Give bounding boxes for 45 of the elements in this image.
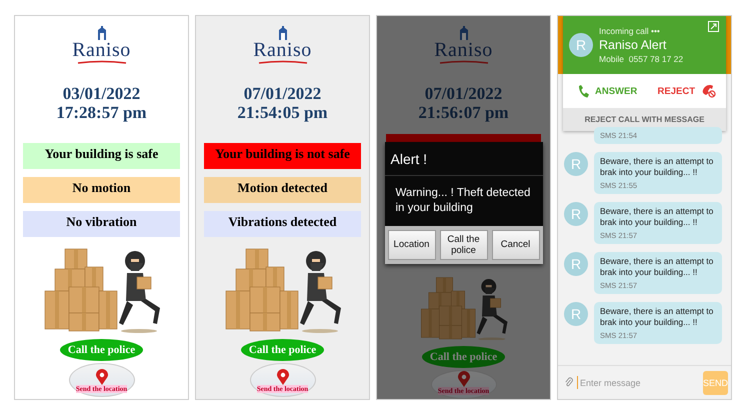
map-pin-icon	[96, 369, 108, 385]
caller-name: Raniso Alert	[599, 38, 668, 52]
answer-button[interactable]: ANSWER	[579, 84, 638, 98]
logo-text: Raniso	[434, 40, 493, 60]
call-status: Incoming call •••	[599, 26, 661, 36]
sender-avatar: R	[564, 202, 588, 226]
status-label: Vibrations detected	[204, 211, 361, 237]
caller-avatar: R	[569, 33, 593, 57]
sender-avatar: R	[564, 152, 588, 176]
expand-icon[interactable]	[708, 21, 719, 32]
map-pin-icon	[276, 369, 288, 385]
caller-number: Mobile 0557 78 17 22	[599, 54, 684, 64]
date-time: 07/01/2022 21:54:05 pm	[237, 84, 328, 122]
status-label: No motion	[23, 177, 180, 203]
status-label: Motion detected	[204, 177, 361, 203]
message-text: Beware, there is an attempt to brak into your building... !!	[600, 156, 714, 178]
dialog-button[interactable]: Cancel	[492, 230, 540, 260]
message-text: Beware, there is an attempt to brak into your building... !!	[600, 306, 714, 328]
phone-off-icon	[701, 84, 716, 98]
paperclip-icon[interactable]	[565, 376, 573, 389]
message-input[interactable]: Enter message	[576, 376, 699, 389]
map-pin-icon	[458, 371, 470, 387]
call-police-button[interactable]: Call the police	[60, 339, 144, 361]
sender-avatar: R	[564, 302, 588, 326]
date-time: 03/01/2022 17:28:57 pm	[56, 84, 147, 122]
date-time: 07/01/2022 21:56:07 pm	[418, 84, 509, 122]
dialog-button[interactable]: Location	[388, 230, 436, 260]
dialog-button[interactable]: Call the police	[440, 230, 488, 260]
call-police-button[interactable]: Call the police	[240, 339, 324, 361]
reject-button[interactable]: REJECT	[658, 84, 716, 98]
dialog-title: Alert !	[384, 142, 542, 176]
phone-icon	[579, 84, 589, 98]
logo-text: Raniso	[72, 40, 131, 60]
swoosh-icon	[76, 60, 126, 64]
dialog-message: Warning... ! Theft detected in your building	[394, 186, 532, 216]
status-label: Your building is safe	[23, 143, 180, 169]
sender-avatar: R	[564, 252, 588, 276]
logo-text: Raniso	[253, 40, 312, 60]
message-text: Beware, there is an attempt to brak into your building... !!	[600, 206, 714, 228]
status-label: No vibration	[23, 211, 180, 237]
status-label: Your building is not safe	[204, 143, 361, 169]
call-police-button[interactable]: Call the police	[422, 346, 506, 368]
message-text: Beware, there is an attempt to brak into your building... !!	[600, 256, 714, 278]
swoosh-icon	[258, 60, 308, 64]
swoosh-icon	[438, 60, 488, 64]
